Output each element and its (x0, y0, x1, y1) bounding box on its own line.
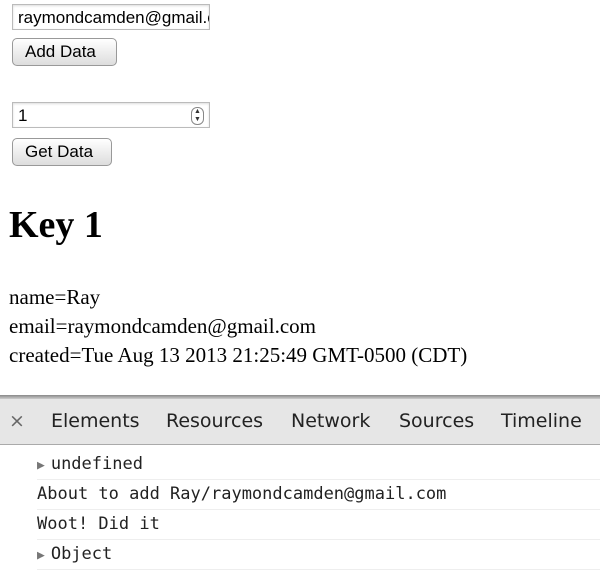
console-entry[interactable]: ▶ undefined (37, 450, 600, 480)
result-email: email=raymondcamden@gmail.com (9, 314, 317, 338)
tab-resources[interactable]: Resources (166, 410, 263, 432)
result-heading: Key 1 (9, 204, 103, 246)
tab-network[interactable]: Network (291, 410, 370, 432)
stepper-icon[interactable]: ▲ ▼ (191, 107, 204, 125)
result-name: name=Ray (9, 285, 101, 309)
email-input[interactable]: raymondcamden@gmail.com (12, 4, 210, 30)
console-text: Object (50, 544, 113, 564)
console-text: About to add Ray/raymondcamden@gmail.com (37, 484, 447, 504)
console-entry: Woot! Did it (37, 510, 600, 540)
get-data-button[interactable]: Get Data (12, 138, 112, 166)
console-entry: About to add Ray/raymondcamden@gmail.com (37, 480, 600, 510)
key-number-input[interactable]: 1 ▲ ▼ (12, 102, 210, 128)
key-value: 1 (18, 106, 28, 125)
add-data-button[interactable]: Add Data (12, 38, 117, 66)
tab-elements[interactable]: Elements (51, 410, 140, 432)
tab-timeline[interactable]: Timeline (501, 410, 582, 432)
console-log: ▶ undefined About to add Ray/raymondcamde… (0, 450, 600, 570)
devtools-toolbar: × Elements Resources Network Sources Tim… (0, 399, 600, 445)
console-entry[interactable]: ▶ Object (37, 540, 600, 570)
expand-triangle-icon[interactable]: ▶ (37, 458, 45, 473)
close-icon[interactable]: × (9, 410, 25, 432)
console-text: undefined (50, 454, 143, 474)
tab-sources[interactable]: Sources (399, 410, 474, 432)
expand-triangle-icon[interactable]: ▶ (37, 548, 45, 563)
console-text: Woot! Did it (37, 514, 160, 534)
result-created: created=Tue Aug 13 2013 21:25:49 GMT-050… (9, 343, 468, 367)
